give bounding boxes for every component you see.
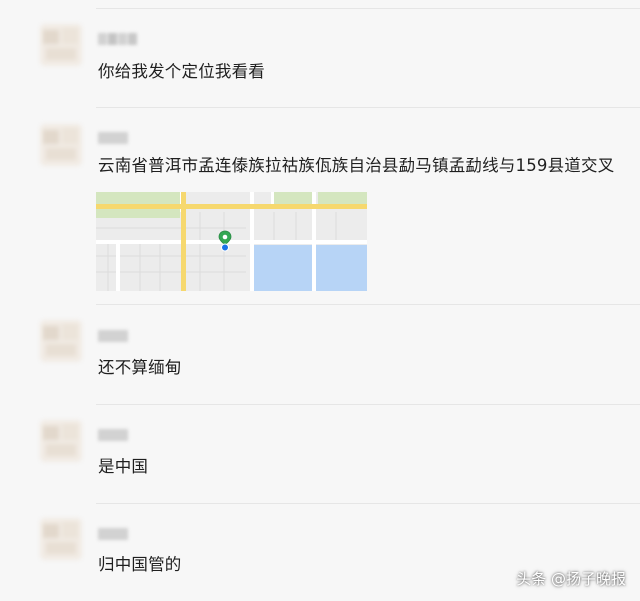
avatar[interactable] — [40, 124, 82, 166]
sender-name-blurred — [98, 525, 129, 540]
message-text: 还不算缅甸 — [98, 358, 182, 377]
message-divider — [96, 404, 640, 405]
location-map-preview[interactable] — [96, 192, 367, 291]
watermark: 头条 @扬子晚报 — [516, 570, 626, 588]
message-divider — [96, 107, 640, 108]
location-address[interactable]: 云南省普洱市孟连傣族拉祜族佤族自治县勐马镇孟勐线与159县道交叉 — [98, 152, 614, 176]
sender-name-blurred — [98, 327, 129, 342]
message-text: 归中国管的 — [98, 555, 182, 574]
sender-name-blurred — [98, 30, 138, 45]
message-text: 是中国 — [98, 457, 149, 476]
message-divider — [96, 8, 640, 9]
avatar[interactable] — [40, 518, 82, 560]
sender-name-blurred — [98, 426, 129, 441]
location-pin-icon — [218, 230, 232, 252]
avatar[interactable] — [40, 420, 82, 462]
sender-name-blurred — [98, 129, 129, 144]
message-divider — [96, 503, 640, 504]
avatar[interactable] — [40, 320, 82, 362]
avatar[interactable] — [40, 24, 82, 66]
message-divider — [96, 304, 640, 305]
chat-history: 你给我发个定位我看看 云南省普洱市孟连傣族拉祜族佤族自治县勐马镇孟勐线与159县… — [0, 0, 640, 601]
message-text: 你给我发个定位我看看 — [98, 62, 265, 81]
